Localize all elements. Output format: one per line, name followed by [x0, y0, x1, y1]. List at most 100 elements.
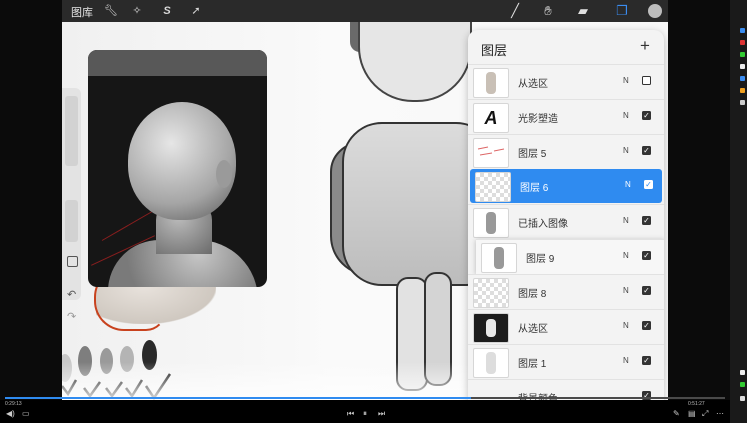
- reference-top-strip: [88, 50, 267, 76]
- visibility-checkbox[interactable]: ✓: [642, 216, 651, 225]
- app-icon[interactable]: [740, 64, 745, 69]
- visibility-checkbox[interactable]: ✓: [642, 356, 651, 365]
- side-toolbar: [62, 88, 81, 300]
- layer-thumbnail: [481, 243, 517, 273]
- selection-icon[interactable]: S: [159, 3, 175, 19]
- current-time: 0:29:13: [5, 401, 22, 407]
- reference-ear: [216, 160, 232, 188]
- video-progress-fill: [5, 397, 471, 399]
- layer-name: 已插入图像: [518, 219, 568, 230]
- figure-thumb: [494, 247, 504, 269]
- app-icon[interactable]: [740, 370, 745, 375]
- layer-thumbnail: [473, 138, 509, 168]
- total-time: 0:51:27: [688, 401, 705, 407]
- opacity-slider[interactable]: [65, 200, 78, 242]
- app-icon[interactable]: [740, 40, 745, 45]
- layers-icon[interactable]: ❐: [613, 2, 631, 20]
- layer-row-selected[interactable]: 图层 6 N ✓: [470, 169, 662, 203]
- gallery-button[interactable]: 图库: [71, 4, 93, 20]
- layer-name: 从选区: [518, 324, 548, 335]
- layer-row[interactable]: 从选区 N ✓: [468, 309, 664, 344]
- redo-icon[interactable]: ↷: [67, 310, 76, 323]
- visibility-checkbox[interactable]: ✓: [642, 321, 651, 330]
- layer-name: 图层 8: [518, 289, 547, 300]
- procreate-app: ↶ ↷ 图库 🔧︎ ✧ S ➚ ╱ ✋︎ ▰ ❐ 图层 + 从选区 N A 光影…: [62, 0, 668, 400]
- layer-row-dragging[interactable]: 图层 9 N ✓: [476, 239, 664, 274]
- modify-square-button[interactable]: [67, 256, 78, 267]
- volume-icon[interactable]: ◀︎): [6, 409, 15, 418]
- visibility-checkbox[interactable]: ✓: [642, 146, 651, 155]
- blend-mode-button[interactable]: N: [623, 251, 629, 260]
- blend-mode-button[interactable]: N: [625, 180, 631, 189]
- layer-name: 图层 9: [526, 254, 555, 265]
- app-icon[interactable]: [740, 28, 745, 33]
- color-swatch-icon[interactable]: [648, 4, 662, 18]
- magic-wand-icon[interactable]: ✧: [129, 3, 145, 19]
- visibility-checkbox[interactable]: ✓: [642, 251, 651, 260]
- visibility-checkbox[interactable]: ✓: [642, 286, 651, 295]
- app-icon[interactable]: [740, 100, 745, 105]
- figure-thumb: [486, 72, 496, 94]
- layers-header: 图层 +: [468, 30, 664, 64]
- character-head: [358, 22, 472, 102]
- add-layer-button[interactable]: +: [640, 36, 650, 56]
- layer-thumbnail: [473, 68, 509, 98]
- reference-window[interactable]: [88, 50, 267, 287]
- figure-thumb: [486, 212, 496, 234]
- layer-name: 图层 5: [518, 149, 547, 160]
- subtitle-icon[interactable]: ▭: [22, 409, 30, 418]
- layer-thumbnail: [473, 278, 509, 308]
- right-letterbox: [668, 0, 730, 400]
- sketch-thumb: [477, 146, 505, 156]
- layer-row[interactable]: A 光影塑造 N ✓: [468, 99, 664, 134]
- next-icon[interactable]: ⏭︎: [378, 409, 385, 419]
- visibility-checkbox[interactable]: [642, 76, 651, 85]
- layer-row[interactable]: 图层 5 N ✓: [468, 134, 664, 169]
- app-icon[interactable]: [740, 76, 745, 81]
- wrench-icon[interactable]: 🔧︎: [103, 3, 119, 19]
- blend-mode-button[interactable]: N: [623, 111, 629, 120]
- layer-row[interactable]: 图层 8 N ✓: [468, 274, 664, 309]
- figure-thumb: [486, 319, 496, 337]
- layer-row[interactable]: 已插入图像 N ✓: [468, 204, 664, 239]
- app-icon[interactable]: [740, 382, 745, 387]
- app-icon[interactable]: [740, 52, 745, 57]
- layer-name: 图层 6: [520, 183, 549, 194]
- layer-thumbnail: [473, 348, 509, 378]
- layers-panel: 图层 + 从选区 N A 光影塑造 N ✓ 图层 5 N ✓ 图层 6 N ✓ …: [468, 30, 664, 400]
- fullscreen-icon[interactable]: ⤢: [702, 409, 708, 419]
- left-letterbox: [0, 0, 62, 400]
- undo-icon[interactable]: ↶: [67, 288, 76, 301]
- top-toolbar: 图库 🔧︎ ✧ S ➚ ╱ ✋︎ ▰ ❐: [62, 0, 668, 22]
- reference-red-line: [101, 210, 155, 241]
- app-icon[interactable]: [740, 88, 745, 93]
- blend-mode-button[interactable]: N: [623, 146, 629, 155]
- blend-mode-button[interactable]: N: [623, 356, 629, 365]
- layer-thumbnail: A: [473, 103, 509, 133]
- figure-thumb: [486, 352, 496, 374]
- more-icon[interactable]: ⋯: [716, 409, 724, 418]
- screen: ↶ ↷ 图库 🔧︎ ✧ S ➚ ╱ ✋︎ ▰ ❐ 图层 + 从选区 N A 光影…: [0, 0, 747, 423]
- danmaku-icon[interactable]: ▤: [688, 409, 696, 418]
- pen-icon[interactable]: ✎: [673, 409, 680, 418]
- layer-name: 图层 1: [518, 359, 547, 370]
- previous-icon[interactable]: ⏮︎: [347, 409, 354, 419]
- blend-mode-button[interactable]: N: [623, 76, 629, 85]
- layers-title: 图层: [481, 43, 508, 58]
- visibility-checkbox[interactable]: ✓: [644, 180, 653, 189]
- visibility-checkbox[interactable]: ✓: [642, 111, 651, 120]
- eraser-icon[interactable]: ▰: [574, 2, 592, 20]
- layer-row[interactable]: 图层 1 N ✓: [468, 344, 664, 379]
- blend-mode-button[interactable]: N: [623, 286, 629, 295]
- layer-thumbnail: [473, 208, 509, 238]
- layer-row[interactable]: 从选区 N: [468, 64, 664, 99]
- brush-size-slider[interactable]: [65, 96, 78, 166]
- pause-icon[interactable]: ⏸︎: [363, 409, 367, 419]
- smudge-icon[interactable]: ✋︎: [539, 2, 557, 20]
- app-icon[interactable]: [740, 396, 745, 401]
- blend-mode-button[interactable]: N: [623, 216, 629, 225]
- blend-mode-button[interactable]: N: [623, 321, 629, 330]
- brush-icon[interactable]: ╱: [506, 2, 524, 20]
- arrow-icon[interactable]: ➚: [188, 3, 204, 19]
- layer-name: 光影塑造: [518, 114, 558, 125]
